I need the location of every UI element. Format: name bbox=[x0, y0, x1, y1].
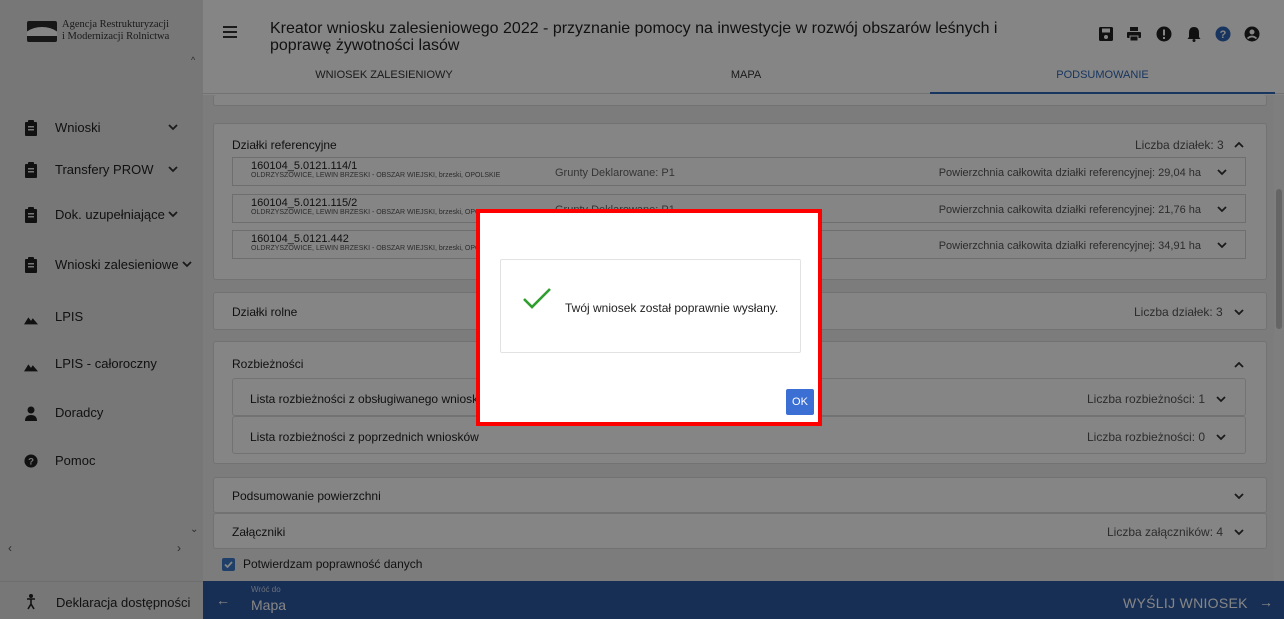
ok-button[interactable]: OK bbox=[786, 389, 814, 415]
dialog-message: Twój wniosek został poprawnie wysłany. bbox=[565, 301, 779, 315]
app-root: Agencja Restrukturyzacji i Modernizacji … bbox=[0, 0, 1284, 619]
success-check-icon bbox=[523, 288, 551, 309]
